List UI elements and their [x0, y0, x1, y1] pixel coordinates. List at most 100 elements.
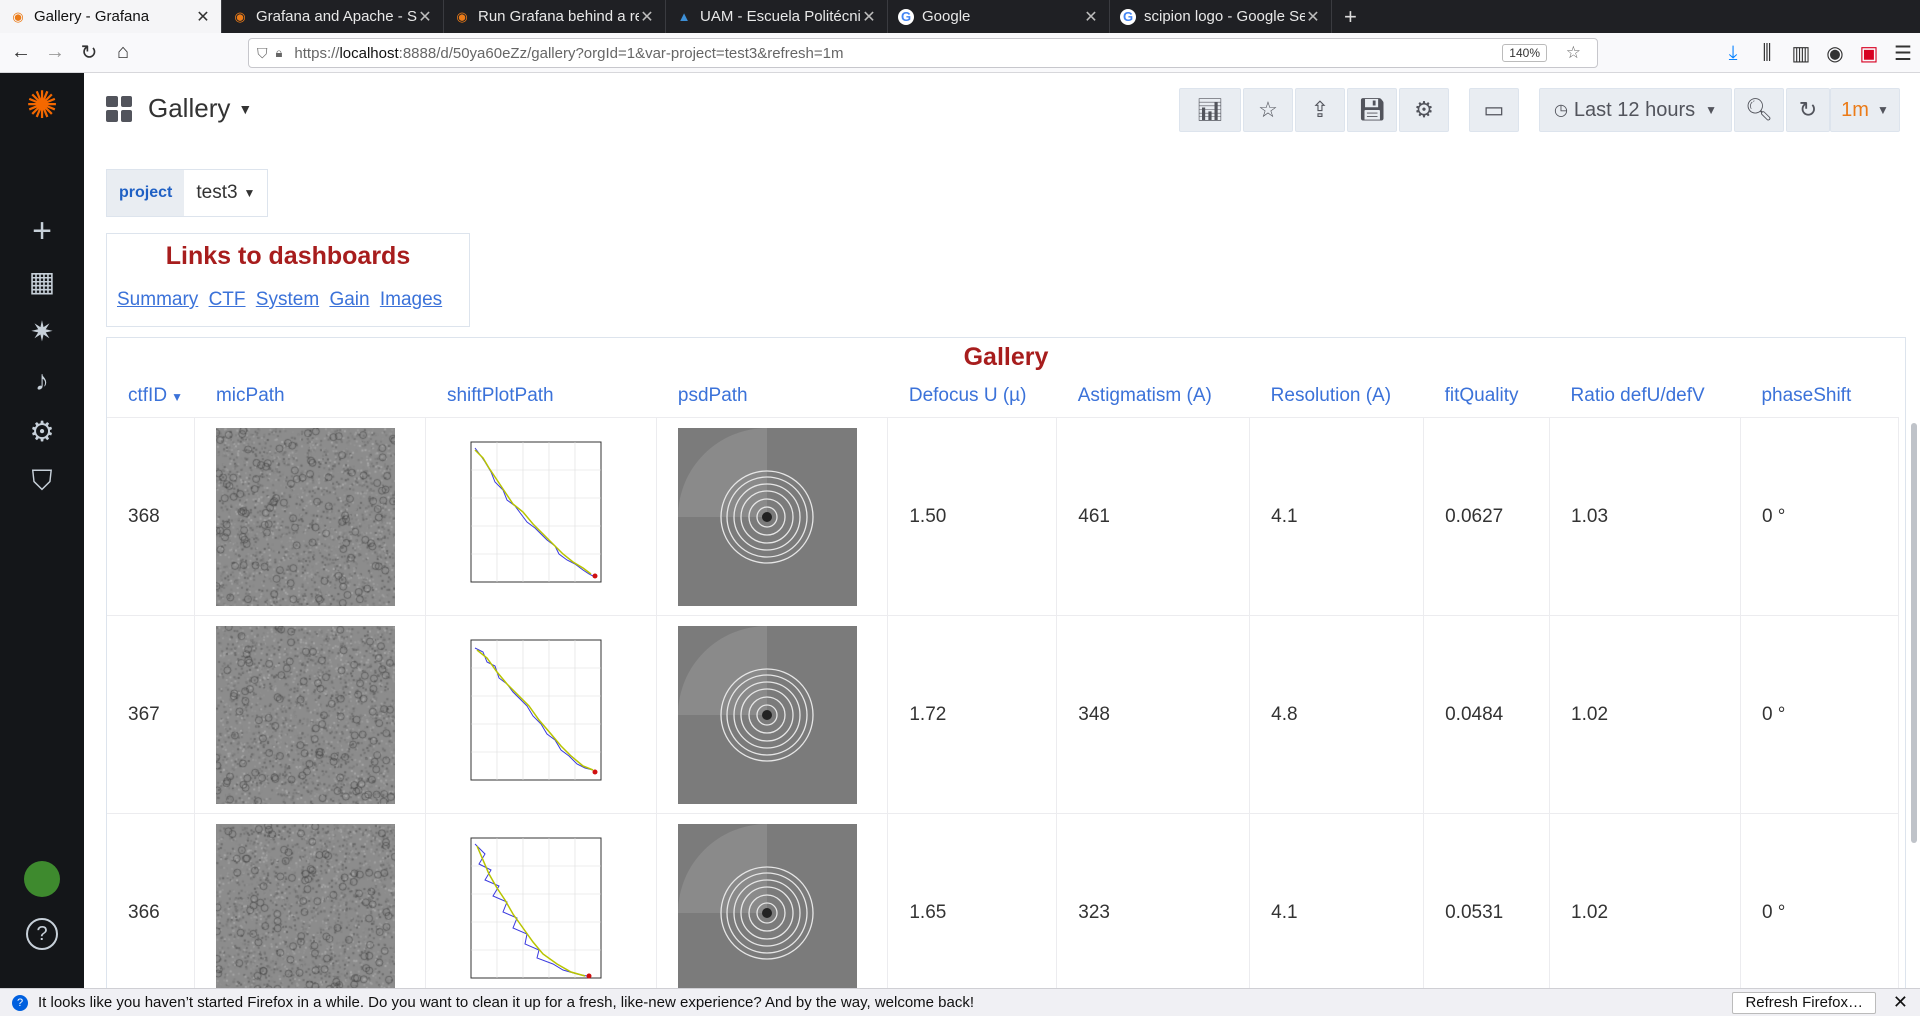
browser-tab[interactable]: Gscipion logo - Google Se ✕	[1110, 0, 1332, 33]
dashboard-links: Summary CTF System Gain Images	[117, 289, 469, 311]
shield-icon[interactable]: ⛉	[257, 45, 268, 62]
zoom-out-button[interactable]: 🔍︎	[1734, 88, 1784, 132]
panel-title: Gallery	[107, 343, 1905, 379]
column-header-resolution[interactable]: Resolution (A)	[1250, 379, 1424, 418]
star-dashboard-button[interactable]: ☆	[1243, 88, 1293, 132]
column-header-psdpath[interactable]: psdPath	[657, 379, 888, 418]
dashboard-main: Gallery ▼ 📊︎ ☆ ⇪ 💾︎ ⚙ ▭ ◷ Last 12 hours ▼ …	[84, 73, 1920, 988]
notification-bar: ? It looks like you haven’t started Fire…	[0, 988, 1920, 1016]
shift-plot-image[interactable]	[447, 428, 626, 606]
url-bar[interactable]: ⛉ 🔒︎ https://localhost:8888/d/50ya60eZz/…	[248, 38, 1598, 68]
table-row: 367 1.72 348 4.8 0.0484 1.02 0 °	[107, 616, 1899, 814]
refresh-interval-picker[interactable]: 1m ▼	[1830, 88, 1900, 132]
micrograph-image[interactable]	[216, 824, 395, 988]
dashboards-icon[interactable]: ▦	[22, 261, 62, 301]
home-icon[interactable]: ⌂	[106, 36, 140, 70]
scrollbar[interactable]	[1911, 423, 1917, 843]
save-button[interactable]: 💾︎	[1347, 88, 1397, 132]
column-header-defocus[interactable]: Defocus U (µ)	[888, 379, 1057, 418]
shield-admin-icon[interactable]: ⛉	[22, 461, 62, 501]
cell-shiftplotpath	[426, 616, 657, 814]
column-header-astigmatism[interactable]: Astigmatism (A)	[1057, 379, 1250, 418]
micrograph-image[interactable]	[216, 626, 395, 804]
cell-defocus: 1.72	[888, 616, 1057, 814]
refresh-button[interactable]: ↻	[1786, 88, 1830, 132]
link-summary[interactable]: Summary	[117, 289, 198, 310]
download-icon[interactable]: ⤓	[1716, 36, 1750, 70]
reload-icon[interactable]: ↻	[72, 36, 106, 70]
forward-icon[interactable]: →	[38, 36, 72, 70]
dashboard-grid-icon	[106, 96, 132, 122]
psd-image[interactable]	[678, 626, 857, 804]
cell-micpath	[195, 418, 426, 616]
configuration-gear-icon[interactable]: ⚙	[22, 411, 62, 451]
grafana-logo-icon[interactable]: ✺	[22, 85, 62, 125]
cell-shiftplotpath	[426, 418, 657, 616]
lock-icon[interactable]: 🔒︎	[276, 45, 283, 61]
grafana-side-menu: ✺ + ▦ ✷ ♪ ⚙ ⛉ ?	[0, 73, 84, 988]
micrograph-image[interactable]	[216, 428, 395, 606]
caret-down-icon[interactable]: ▼	[238, 101, 252, 117]
close-tab-icon[interactable]: ✕	[861, 7, 877, 27]
column-header-shiftplotpath[interactable]: shiftPlotPath	[426, 379, 657, 418]
alerting-bell-icon[interactable]: ♪	[22, 361, 62, 401]
browser-tab[interactable]: ◉ Gallery - Grafana ✕	[0, 0, 222, 33]
star-icon[interactable]: ☆	[1566, 43, 1581, 63]
menu-icon[interactable]: ☰	[1886, 36, 1920, 70]
browser-tab[interactable]: G Google ✕	[888, 0, 1110, 33]
close-tab-icon[interactable]: ✕	[195, 7, 211, 27]
caret-down-icon: ▼	[1705, 103, 1717, 117]
browser-tab[interactable]: ◉ Grafana and Apache - Su ✕	[222, 0, 444, 33]
plus-icon[interactable]: +	[22, 211, 62, 251]
help-icon[interactable]: ?	[26, 918, 58, 950]
shift-plot-image[interactable]	[447, 824, 626, 988]
variable-value-select[interactable]: test3 ▼	[184, 170, 267, 216]
uam-icon: ▲	[676, 9, 692, 25]
dashboard-title[interactable]: Gallery	[148, 93, 230, 124]
cell-resolution: 4.8	[1250, 616, 1424, 814]
library-icon[interactable]: ⫼	[1750, 36, 1784, 70]
close-icon[interactable]: ✕	[1893, 992, 1908, 1013]
new-tab-icon[interactable]: +	[1332, 0, 1369, 33]
close-tab-icon[interactable]: ✕	[1083, 7, 1099, 27]
add-panel-button[interactable]: 📊︎	[1179, 88, 1241, 132]
link-gain[interactable]: Gain	[329, 289, 369, 310]
link-ctf[interactable]: CTF	[209, 289, 246, 310]
dashboard-title-bar[interactable]: Gallery ▼	[106, 93, 252, 124]
account-icon[interactable]: ◉	[1818, 36, 1852, 70]
back-icon[interactable]: ←	[4, 36, 38, 70]
close-tab-icon[interactable]: ✕	[639, 7, 655, 27]
sidebar-icon[interactable]: ▥	[1784, 36, 1818, 70]
avatar[interactable]	[22, 859, 62, 899]
close-tab-icon[interactable]: ✕	[1305, 7, 1321, 27]
settings-gear-button[interactable]: ⚙	[1399, 88, 1449, 132]
question-icon: ?	[12, 995, 28, 1011]
column-header-ratio[interactable]: Ratio defU/defV	[1550, 379, 1741, 418]
extension-icon[interactable]: ▣	[1852, 36, 1886, 70]
link-system[interactable]: System	[256, 289, 319, 310]
time-range-picker[interactable]: ◷ Last 12 hours ▼	[1539, 88, 1732, 132]
browser-tab[interactable]: ◉ Run Grafana behind a re ✕	[444, 0, 666, 33]
column-header-micpath[interactable]: micPath	[195, 379, 426, 418]
cell-psdpath	[657, 418, 888, 616]
cell-fitquality: 0.0627	[1424, 418, 1550, 616]
column-header-phaseshift[interactable]: phaseShift	[1740, 379, 1898, 418]
share-button[interactable]: ⇪	[1295, 88, 1345, 132]
cell-ratio: 1.02	[1550, 616, 1741, 814]
column-header-ctfid[interactable]: ctfID ▼	[107, 379, 195, 418]
cell-defocus: 1.50	[888, 418, 1057, 616]
zoom-badge[interactable]: 140%	[1502, 44, 1547, 62]
explore-icon[interactable]: ✷	[22, 311, 62, 351]
shift-plot-image[interactable]	[447, 626, 626, 804]
caret-down-icon: ▼	[1877, 103, 1889, 117]
google-icon: G	[898, 9, 914, 25]
psd-image[interactable]	[678, 824, 857, 988]
links-panel: Links to dashboards Summary CTF System G…	[106, 233, 470, 327]
refresh-firefox-button[interactable]: Refresh Firefox…	[1732, 992, 1876, 1014]
tv-mode-button[interactable]: ▭	[1469, 88, 1519, 132]
psd-image[interactable]	[678, 428, 857, 606]
column-header-fitquality[interactable]: fitQuality	[1424, 379, 1550, 418]
browser-tab[interactable]: ▲ UAM - Escuela Politécnic ✕	[666, 0, 888, 33]
close-tab-icon[interactable]: ✕	[417, 7, 433, 27]
link-images[interactable]: Images	[380, 289, 442, 310]
